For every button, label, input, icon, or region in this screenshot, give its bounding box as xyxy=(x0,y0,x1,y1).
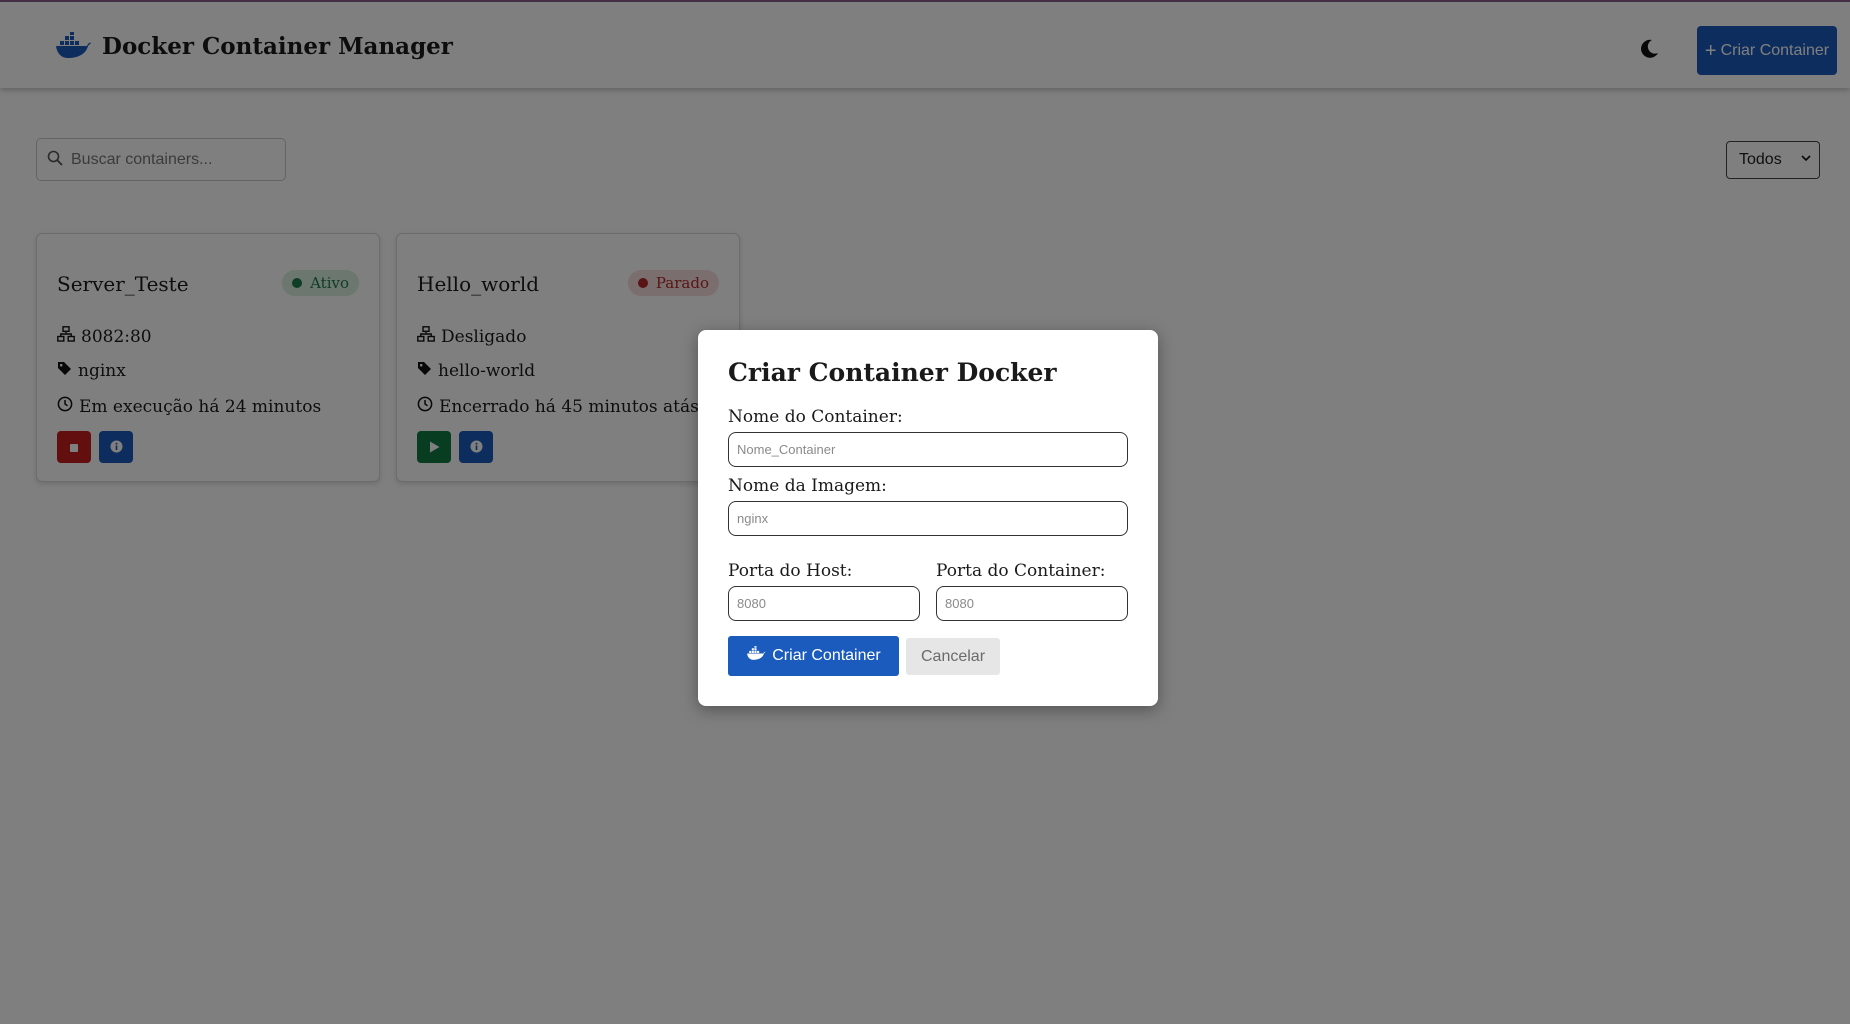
container-name-label: Nome do Container: xyxy=(728,407,903,427)
image-name-input[interactable] xyxy=(728,501,1128,536)
container-port-input[interactable] xyxy=(936,586,1128,621)
host-port-label: Porta do Host: xyxy=(728,561,853,581)
image-name-label: Nome da Imagem: xyxy=(728,476,887,496)
create-container-button-label: Criar Container xyxy=(772,647,881,664)
container-name-input[interactable] xyxy=(728,432,1128,467)
modal-title: Criar Container Docker xyxy=(728,358,1057,387)
docker-icon xyxy=(746,646,766,666)
cancel-button[interactable]: Cancelar xyxy=(906,638,1000,675)
create-container-button[interactable]: Criar Container xyxy=(728,636,899,676)
create-container-modal: Criar Container Docker Nome do Container… xyxy=(698,330,1158,706)
host-port-input[interactable] xyxy=(728,586,920,621)
container-port-label: Porta do Container: xyxy=(936,561,1106,581)
